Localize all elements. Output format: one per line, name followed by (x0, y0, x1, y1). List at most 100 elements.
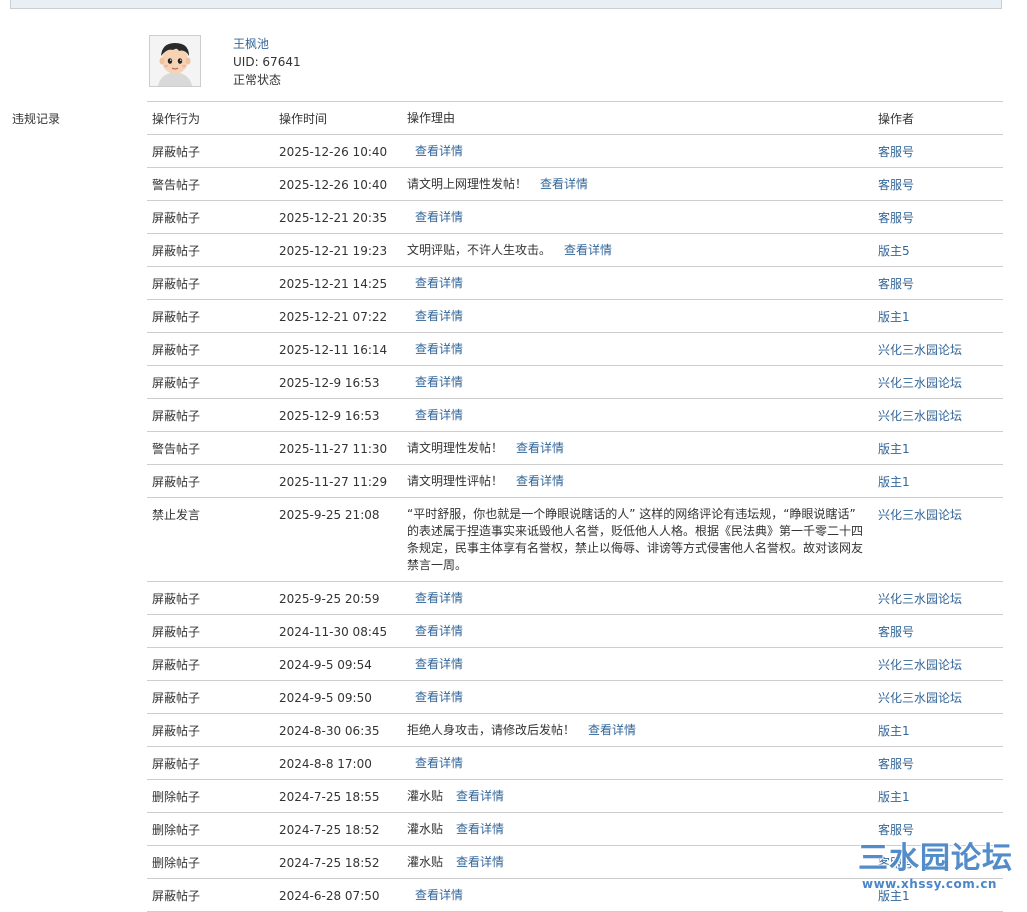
row-operator-link[interactable]: 客服号 (878, 276, 914, 293)
header-action: 操作行为 (152, 112, 201, 126)
header-operator: 操作者 (878, 112, 915, 126)
row-operator-link[interactable]: 兴化三水园论坛 (878, 657, 962, 674)
row-operator-link[interactable]: 客服号 (878, 624, 914, 641)
row-operator-link[interactable]: 兴化三水园论坛 (878, 690, 962, 707)
row-action: 屏蔽帖子 (152, 658, 201, 672)
row-time: 2024-7-25 18:52 (279, 856, 380, 870)
view-details-link[interactable]: 查看详情 (415, 888, 463, 902)
row-reason: 请文明上网理性发帖！ 查看详情 (407, 168, 867, 200)
view-details-link[interactable]: 查看详情 (588, 723, 636, 737)
profile-info: 王枫池 UID: 67641 正常状态 (233, 35, 533, 89)
top-bar (10, 0, 1002, 9)
row-time: 2025-11-27 11:30 (279, 442, 388, 456)
row-reason: 查看详情 (407, 366, 867, 398)
table-header-row: 操作行为 操作时间 操作理由 操作者 (147, 102, 1003, 135)
row-operator-link[interactable]: 客服号 (878, 210, 914, 227)
table-row: 屏蔽帖子 2024-9-5 09:54 查看详情 兴化三水园论坛 (147, 648, 1003, 681)
row-action: 警告帖子 (152, 442, 201, 456)
view-details-link[interactable]: 查看详情 (415, 375, 463, 389)
view-details-link[interactable]: 查看详情 (456, 822, 504, 836)
username-link[interactable]: 王枫池 (233, 35, 533, 53)
row-reason-text: 请文明理性发帖！ (407, 441, 504, 455)
view-details-link[interactable]: 查看详情 (540, 177, 588, 191)
row-operator-link[interactable]: 客服号 (878, 756, 914, 773)
view-details-link[interactable]: 查看详情 (415, 342, 463, 356)
row-action: 屏蔽帖子 (152, 724, 201, 738)
view-details-link[interactable]: 查看详情 (415, 624, 463, 638)
view-details-link[interactable]: 查看详情 (415, 756, 463, 770)
avatar[interactable] (149, 35, 201, 87)
row-operator-link[interactable]: 版主1 (878, 888, 910, 905)
table-row: 警告帖子 2025-11-27 11:30 请文明理性发帖！ 查看详情 版主1 (147, 432, 1003, 465)
table-row: 屏蔽帖子 2024-8-8 17:00 查看详情 客服号 (147, 747, 1003, 780)
table-row: 屏蔽帖子 2025-12-21 20:35 查看详情 客服号 (147, 201, 1003, 234)
row-time: 2025-9-25 20:59 (279, 592, 380, 606)
row-operator-link[interactable]: 客服号 (878, 177, 914, 194)
table-row: 禁止发言 2025-9-25 21:08 “平时舒服，你也就是一个睁眼说瞎话的人” … (147, 498, 1003, 582)
row-time: 2024-6-28 07:50 (279, 889, 380, 903)
row-time: 2025-12-21 07:22 (279, 310, 388, 324)
row-reason: 查看详情 (407, 582, 867, 614)
row-action: 屏蔽帖子 (152, 889, 201, 903)
view-details-link[interactable]: 查看详情 (415, 690, 463, 704)
view-details-link[interactable]: 查看详情 (415, 591, 463, 605)
violation-records-table: 操作行为 操作时间 操作理由 操作者 屏蔽帖子 2025-12-26 10:40 查… (147, 101, 1003, 912)
row-operator-link[interactable]: 版主1 (878, 723, 910, 740)
row-time: 2024-8-30 06:35 (279, 724, 380, 738)
row-time: 2025-12-26 10:40 (279, 178, 388, 192)
row-reason: “平时舒服，你也就是一个睁眼说瞎话的人” 这样的网络评论有违坛规，“睁眼说瞎话”… (407, 498, 867, 581)
view-details-link[interactable]: 查看详情 (415, 408, 463, 422)
row-reason: 查看详情 (407, 681, 867, 713)
row-reason: 请文明理性评帖！ 查看详情 (407, 465, 867, 497)
table-row: 屏蔽帖子 2024-9-5 09:50 查看详情 兴化三水园论坛 (147, 681, 1003, 714)
row-reason: 查看详情 (407, 267, 867, 299)
row-action: 删除帖子 (152, 856, 201, 870)
row-reason-text: 请文明理性评帖！ (407, 474, 504, 488)
row-time: 2025-12-21 14:25 (279, 277, 388, 291)
row-time: 2025-12-26 10:40 (279, 145, 388, 159)
table-row: 删除帖子 2024-7-25 18:52 灌水贴 查看详情 客服号 (147, 846, 1003, 879)
row-action: 屏蔽帖子 (152, 409, 201, 423)
view-details-link[interactable]: 查看详情 (564, 243, 612, 257)
row-operator-link[interactable]: 客服号 (878, 144, 914, 161)
row-reason: 查看详情 (407, 399, 867, 431)
row-operator-link[interactable]: 版主1 (878, 309, 910, 326)
row-operator-link[interactable]: 版主1 (878, 441, 910, 458)
row-time: 2024-11-30 08:45 (279, 625, 388, 639)
row-action: 屏蔽帖子 (152, 757, 201, 771)
row-reason: 查看详情 (407, 201, 867, 233)
table-row: 屏蔽帖子 2025-12-21 19:23 文明评贴，不许人生攻击。 查看详情 版主5 (147, 234, 1003, 267)
row-operator-link[interactable]: 客服号 (878, 822, 914, 839)
view-details-link[interactable]: 查看详情 (415, 144, 463, 158)
view-details-link[interactable]: 查看详情 (415, 276, 463, 290)
row-reason: 灌水贴 查看详情 (407, 780, 867, 812)
view-details-link[interactable]: 查看详情 (415, 309, 463, 323)
table-row: 屏蔽帖子 2025-12-26 10:40 查看详情 客服号 (147, 135, 1003, 168)
row-action: 屏蔽帖子 (152, 310, 201, 324)
row-reason: 灌水贴 查看详情 (407, 813, 867, 845)
row-reason: 查看详情 (407, 615, 867, 647)
row-operator-link[interactable]: 兴化三水园论坛 (878, 375, 962, 392)
row-operator-link[interactable]: 兴化三水园论坛 (878, 342, 962, 359)
row-operator-link[interactable]: 兴化三水园论坛 (878, 507, 962, 524)
row-operator-link[interactable]: 客服号 (878, 855, 914, 872)
row-operator-link[interactable]: 版主1 (878, 474, 910, 491)
row-action: 屏蔽帖子 (152, 343, 201, 357)
row-time: 2025-12-11 16:14 (279, 343, 388, 357)
view-details-link[interactable]: 查看详情 (516, 474, 564, 488)
view-details-link[interactable]: 查看详情 (415, 657, 463, 671)
row-operator-link[interactable]: 版主1 (878, 789, 910, 806)
row-reason: 查看详情 (407, 648, 867, 680)
row-action: 屏蔽帖子 (152, 691, 201, 705)
row-operator-link[interactable]: 兴化三水园论坛 (878, 591, 962, 608)
row-operator-link[interactable]: 版主5 (878, 243, 910, 260)
view-details-link[interactable]: 查看详情 (456, 789, 504, 803)
row-operator-link[interactable]: 兴化三水园论坛 (878, 408, 962, 425)
row-action: 屏蔽帖子 (152, 376, 201, 390)
row-time: 2025-12-9 16:53 (279, 409, 380, 423)
view-details-link[interactable]: 查看详情 (456, 855, 504, 869)
view-details-link[interactable]: 查看详情 (516, 441, 564, 455)
row-reason: 查看详情 (407, 747, 867, 779)
row-action: 屏蔽帖子 (152, 145, 201, 159)
view-details-link[interactable]: 查看详情 (415, 210, 463, 224)
